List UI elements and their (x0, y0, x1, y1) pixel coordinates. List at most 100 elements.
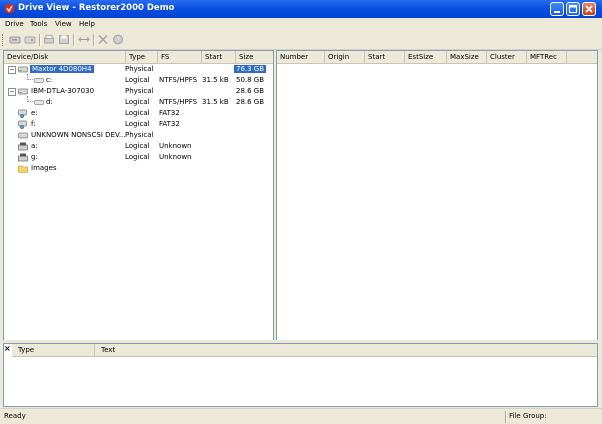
menu-view[interactable]: View (55, 20, 72, 28)
title-bar[interactable]: Drive View - Restorer2000 Demo (0, 0, 602, 18)
scan-icon[interactable] (43, 34, 55, 45)
folder-icon (18, 165, 28, 173)
tree-item-start: 31.5 kB (202, 98, 229, 106)
tree-item-name: e: (31, 109, 38, 117)
maximize-button[interactable] (566, 2, 580, 16)
main-window: Drive View - Restorer2000 Demo Drive Too… (0, 0, 602, 424)
column-number[interactable]: Number (277, 51, 325, 63)
file-group-label: File Group: (509, 412, 547, 420)
window-title: Drive View - Restorer2000 Demo (18, 3, 175, 13)
close-window-button[interactable] (582, 2, 596, 16)
menu-tools[interactable]: Tools (30, 20, 47, 28)
column-estsize[interactable]: EstSize (405, 51, 447, 63)
tree-item-fs: FAT32 (159, 120, 180, 128)
compare-icon[interactable] (78, 34, 90, 45)
toolbar-separator (73, 34, 75, 46)
tree-row[interactable]: Images (4, 163, 273, 174)
partition-icon (34, 100, 44, 105)
tree-row[interactable]: f: Logical FAT32 (4, 119, 273, 130)
collapse-toggle[interactable]: − (8, 66, 16, 74)
hard-drive-icon (18, 88, 28, 95)
delete-icon[interactable] (97, 34, 109, 45)
tree-item-name: c: (46, 76, 53, 84)
tree-item-type: Logical (125, 109, 150, 117)
status-divider (505, 411, 507, 423)
tree-item-fs: Unknown (159, 142, 192, 150)
tree-header: Device/Disk Type FS Start Size (4, 51, 273, 64)
status-text: Ready (4, 412, 26, 420)
tree-item-type: Physical (125, 87, 154, 95)
log-pane[interactable]: × Type Text (3, 343, 598, 407)
column-mftrec[interactable]: MFTRec (527, 51, 567, 63)
column-type[interactable]: Type (126, 51, 158, 63)
help-icon[interactable]: ? (112, 34, 124, 45)
column-log-type[interactable]: Type (12, 344, 95, 356)
tree-item-size: 28.6 GB (236, 87, 265, 95)
details-pane[interactable]: Number Origin Start EstSize MaxSize Clus… (276, 50, 598, 342)
column-fs[interactable]: FS (158, 51, 202, 63)
column-device-disk[interactable]: Device/Disk (4, 51, 126, 63)
hard-drive-icon (18, 66, 28, 73)
tree-item-name: g: (31, 153, 38, 161)
network-drive-icon (18, 109, 27, 118)
tree-item-start: 31.5 kB (202, 76, 229, 84)
tree-item-type: Logical (125, 120, 150, 128)
minimize-icon (554, 11, 560, 13)
toolbar-separator (39, 34, 41, 46)
tree-row[interactable]: d: Logical NTFS/HPFS 31.5 kB 28.6 GB (4, 97, 273, 108)
tree-item-type: Physical (125, 131, 154, 139)
tree-item-name: UNKNOWN NONSCSI DEV... (31, 131, 126, 139)
tree-item-fs: NTFS/HPFS (159, 76, 198, 84)
maximize-icon (568, 4, 578, 14)
toolbar-separator (93, 34, 95, 46)
tree-item-type: Logical (125, 76, 150, 84)
tree-item-name: Maxtor 4D080H4 (30, 65, 94, 73)
tree-item-fs: FAT32 (159, 109, 180, 117)
column-log-text[interactable]: Text (95, 344, 597, 356)
tree-row[interactable]: − Maxtor 4D080H4 Physical 76.3 GB (4, 64, 273, 75)
tree-item-size: 76.3 GB (234, 65, 267, 73)
close-icon (585, 5, 593, 13)
tree-item-type: Logical (125, 142, 150, 150)
save-icon[interactable] (58, 34, 70, 45)
toolbar-grip[interactable] (2, 34, 6, 46)
hard-drive-icon (18, 132, 28, 139)
app-icon (4, 3, 15, 14)
column-size[interactable]: Size (236, 51, 273, 63)
svg-text:?: ? (116, 37, 119, 44)
tree-row[interactable]: g: Logical Unknown (4, 152, 273, 163)
tree-item-size: 28.6 GB (236, 98, 265, 106)
open-image-icon[interactable] (24, 34, 36, 45)
tree-item-name: d: (46, 98, 53, 106)
tree-row[interactable]: e: Logical FAT32 (4, 108, 273, 119)
tree-item-name: f: (31, 120, 36, 128)
tree-item-fs: Unknown (159, 153, 192, 161)
menu-drive[interactable]: Drive (5, 20, 24, 28)
column-cluster[interactable]: Cluster (487, 51, 527, 63)
tree-item-type: Logical (125, 153, 150, 161)
tree-item-name: a: (31, 142, 38, 150)
collapse-toggle[interactable]: − (8, 88, 16, 96)
column-start[interactable]: Start (202, 51, 236, 63)
menu-bar: Drive Tools View Help (0, 18, 602, 31)
close-log-icon[interactable]: × (4, 344, 11, 353)
tree-row[interactable]: c: Logical NTFS/HPFS 31.5 kB 50.8 GB (4, 75, 273, 86)
column-start[interactable]: Start (365, 51, 405, 63)
log-header: Type Text (12, 344, 597, 357)
toolbar: ? (0, 31, 602, 50)
tree-item-fs: NTFS/HPFS (159, 98, 198, 106)
tree-item-name: Images (31, 164, 57, 172)
column-maxsize[interactable]: MaxSize (447, 51, 487, 63)
partition-icon (34, 78, 44, 83)
open-drive-icon[interactable] (9, 34, 21, 45)
tree-item-type: Logical (125, 98, 150, 106)
menu-help[interactable]: Help (79, 20, 95, 28)
tree-row[interactable]: a: Logical Unknown (4, 141, 273, 152)
tree-item-type: Physical (125, 65, 154, 73)
column-origin[interactable]: Origin (325, 51, 365, 63)
tree-row[interactable]: UNKNOWN NONSCSI DEV... Physical (4, 130, 273, 141)
status-bar: Ready File Group: (0, 408, 602, 424)
tree-row[interactable]: − IBM-DTLA-307030 Physical 28.6 GB (4, 86, 273, 97)
minimize-button[interactable] (550, 2, 564, 16)
device-tree-pane[interactable]: Device/Disk Type FS Start Size − Maxtor … (3, 50, 274, 342)
